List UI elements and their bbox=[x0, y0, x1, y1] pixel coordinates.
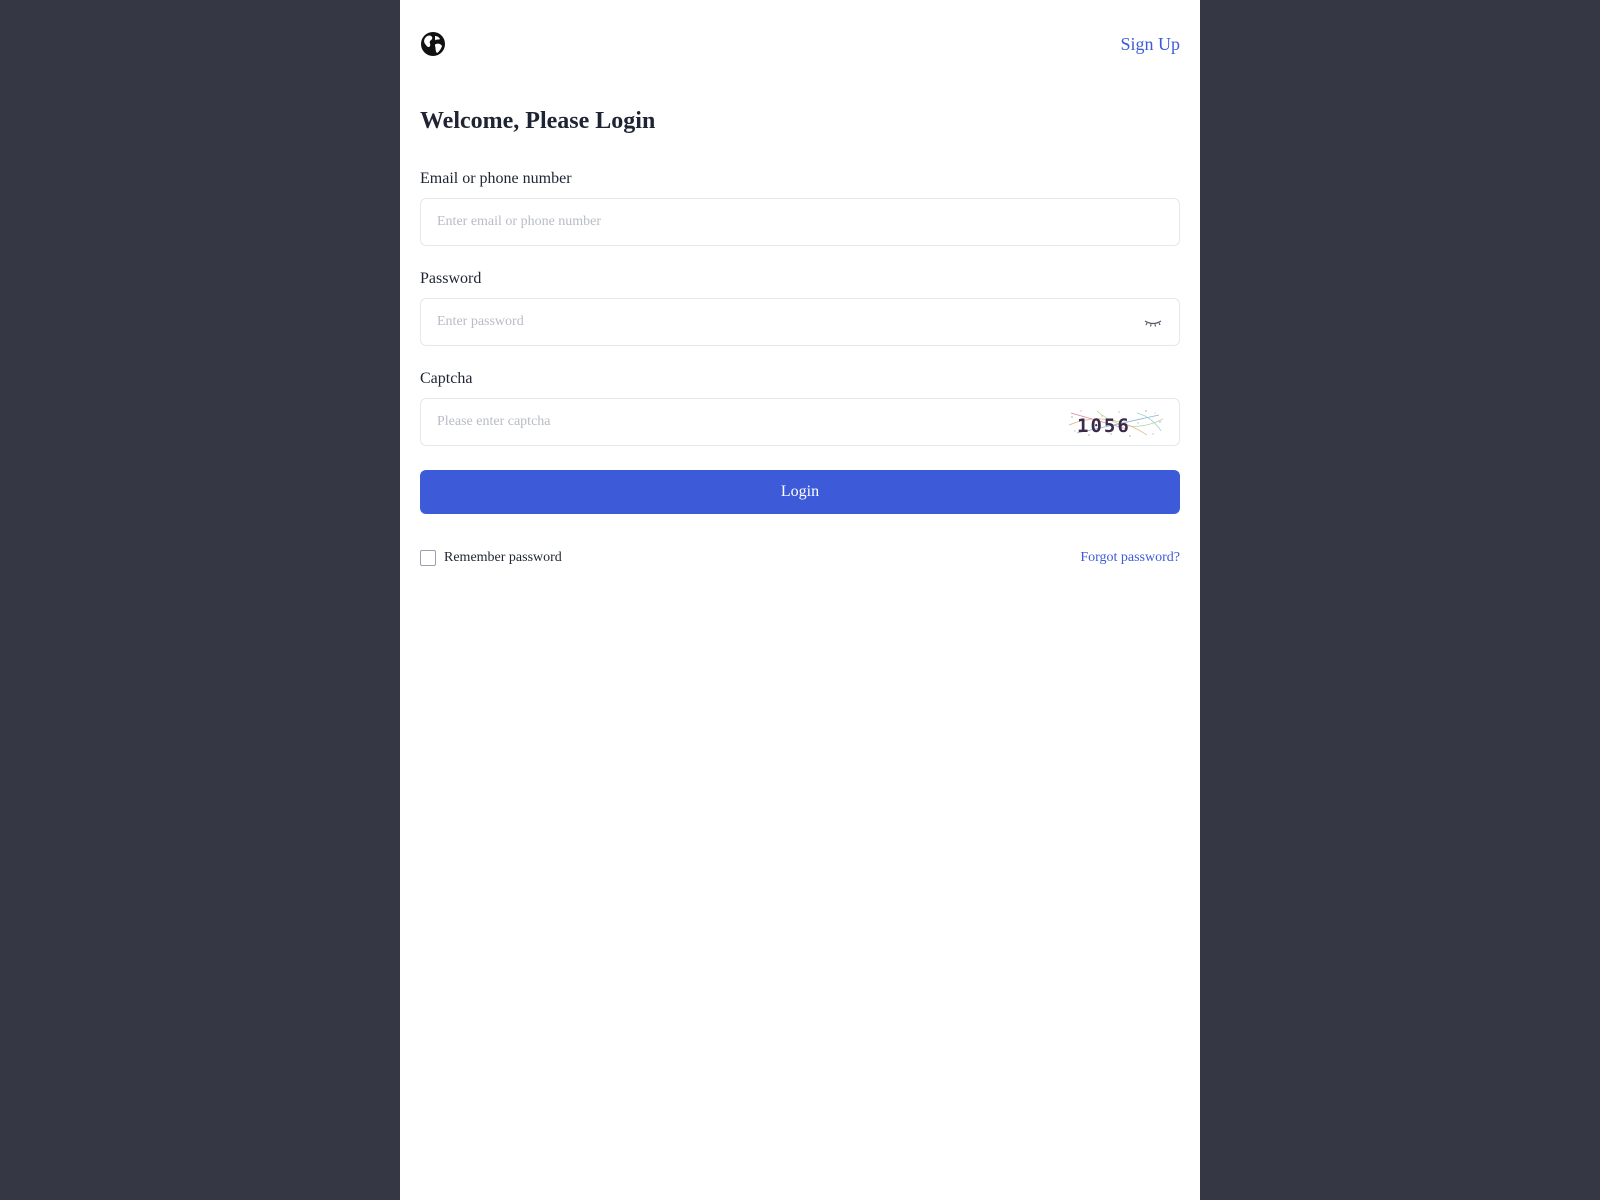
password-input-wrapper bbox=[420, 298, 1180, 346]
remember-password-label: Remember password bbox=[444, 550, 562, 565]
captcha-input-wrapper: 1056 bbox=[420, 398, 1180, 446]
remember-password-option[interactable]: Remember password bbox=[420, 550, 562, 566]
login-options-row: Remember password Forgot password? bbox=[420, 548, 1180, 568]
email-field-group: Email or phone number bbox=[420, 168, 1180, 246]
captcha-field-group: Captcha Please enter captcha 1056 bbox=[420, 368, 1180, 446]
captcha-text: 1056 bbox=[1077, 415, 1131, 437]
login-form: Email or phone number Password Captcha bbox=[420, 168, 1180, 568]
globe-icon bbox=[421, 32, 445, 56]
page-title: Welcome, Please Login bbox=[420, 108, 656, 134]
password-field-group: Password bbox=[420, 268, 1180, 346]
password-label: Password bbox=[420, 270, 482, 287]
email-input-wrapper bbox=[420, 198, 1180, 246]
remember-password-checkbox[interactable] bbox=[420, 550, 436, 566]
login-panel: Sign Up Welcome, Please Login Email or p… bbox=[400, 0, 1200, 1200]
captcha-image[interactable]: 1056 bbox=[1067, 407, 1165, 439]
forgot-password-link[interactable]: Forgot password? bbox=[1080, 550, 1180, 566]
email-input[interactable] bbox=[421, 199, 1179, 245]
sign-up-link[interactable]: Sign Up bbox=[1120, 34, 1180, 55]
captcha-label: Captcha bbox=[420, 370, 473, 387]
top-bar: Sign Up bbox=[420, 30, 1180, 58]
eye-closed-icon[interactable] bbox=[1143, 316, 1163, 330]
password-input[interactable] bbox=[421, 299, 1179, 345]
captcha-input[interactable] bbox=[421, 399, 1179, 445]
email-label: Email or phone number bbox=[420, 170, 572, 187]
login-button[interactable]: Login bbox=[420, 470, 1180, 514]
